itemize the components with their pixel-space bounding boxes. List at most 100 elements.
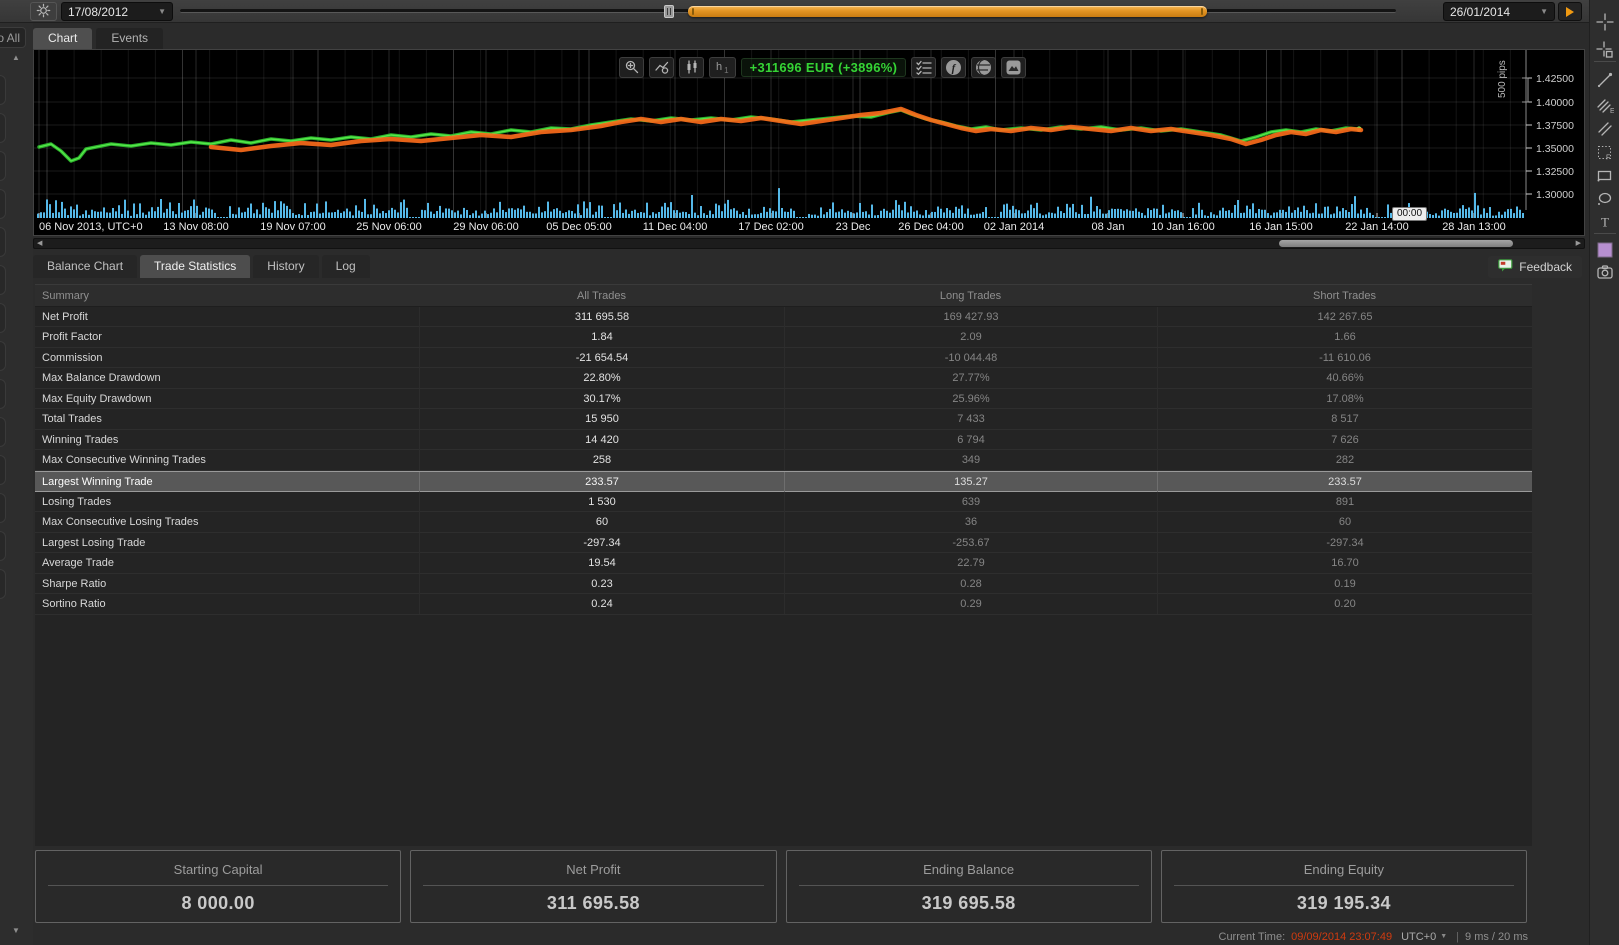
trendline-icon[interactable] xyxy=(1595,70,1615,90)
candlestick-icon[interactable] xyxy=(679,57,704,78)
tab-log[interactable]: Log xyxy=(322,255,370,278)
hidden-panel-button xyxy=(0,227,6,257)
time-cursor-tooltip: 00:00 xyxy=(1392,207,1427,221)
short-trades-value: 8 517 xyxy=(1157,409,1532,429)
play-button[interactable] xyxy=(1558,2,1582,21)
table-row[interactable]: Losing Trades1 530639891 xyxy=(35,492,1532,512)
time-axis-label: 05 Dec 05:00 xyxy=(546,221,611,233)
chart-settings-icon[interactable] xyxy=(649,57,674,78)
table-row[interactable]: Largest Winning Trade233.57135.27233.57 xyxy=(35,471,1532,492)
chevron-down-icon: ▼ xyxy=(1440,933,1447,940)
table-row[interactable]: Total Trades15 9507 4338 517 xyxy=(35,409,1532,429)
time-axis-label: 10 Jan 16:00 xyxy=(1151,221,1215,233)
table-row[interactable]: Max Equity Drawdown30.17%25.96%17.08% xyxy=(35,389,1532,409)
all-trades-value: 14 420 xyxy=(419,430,784,450)
card-divider xyxy=(423,885,763,886)
tab-history[interactable]: History xyxy=(253,255,318,278)
hidden-panel-button xyxy=(0,341,6,371)
table-row[interactable]: Average Trade19.5422.7916.70 xyxy=(35,553,1532,573)
row-label: Largest Winning Trade xyxy=(35,472,419,492)
table-row[interactable]: Commission-21 654.54-10 044.48-11 610.06 xyxy=(35,348,1532,368)
top-bar: 17/08/2012 ▼ 26/01/2014 ▼ xyxy=(0,0,1589,23)
time-slider-handle[interactable] xyxy=(664,5,674,18)
card-divider xyxy=(1174,885,1514,886)
table-row[interactable]: Max Consecutive Winning Trades258349282 xyxy=(35,450,1532,470)
feedback-button[interactable]: Feedback xyxy=(1488,256,1582,278)
globe-icon[interactable] xyxy=(971,57,996,78)
svg-text:F: F xyxy=(1606,155,1610,162)
partial-all-button[interactable]: o All xyxy=(0,27,26,48)
card-title: Ending Balance xyxy=(787,862,1151,877)
table-row[interactable]: Winning Trades14 4206 7947 626 xyxy=(35,430,1532,450)
timeframe-selector[interactable]: h1 xyxy=(709,57,736,78)
feedback-label: Feedback xyxy=(1519,260,1572,274)
scroll-up-arrow[interactable]: ▲ xyxy=(9,52,23,64)
scroll-down-arrow[interactable]: ▼ xyxy=(9,925,23,937)
all-trades-value: 1 530 xyxy=(419,492,784,512)
checklist-icon[interactable] xyxy=(911,57,936,78)
short-trades-value: 0.19 xyxy=(1157,574,1532,594)
card-title: Starting Capital xyxy=(36,862,400,877)
timeframe-value: 1 xyxy=(724,58,728,84)
price-chart-panel[interactable]: h1+311696 EUR (+3896%)f 1.425001.400001.… xyxy=(33,49,1585,236)
fibonacci-icon[interactable]: E xyxy=(1595,96,1615,116)
time-axis-label: 11 Dec 04:00 xyxy=(643,221,708,233)
price-axis-label: 1.32500 xyxy=(1536,166,1584,178)
tab-balance-chart[interactable]: Balance Chart xyxy=(33,255,137,278)
current-time-value: 09/09/2014 23:07:49 xyxy=(1291,931,1392,943)
table-row[interactable]: Max Balance Drawdown22.80%27.77%40.66% xyxy=(35,368,1532,388)
text-tool-icon[interactable]: T xyxy=(1595,212,1615,232)
hidden-panel-button xyxy=(0,75,6,105)
table-row[interactable]: Sortino Ratio0.240.290.20 xyxy=(35,594,1532,614)
app-root: 17/08/2012 ▼ 26/01/2014 ▼ o All ▲ ▼ Char… xyxy=(0,0,1619,945)
function-icon[interactable]: f xyxy=(941,57,966,78)
long-trades-value: 135.27 xyxy=(784,472,1157,492)
short-trades-value: 233.57 xyxy=(1157,472,1532,492)
rectangle-icon[interactable] xyxy=(1595,166,1615,186)
timezone-dropdown[interactable]: UTC+0 ▼ xyxy=(1398,931,1450,943)
all-trades-value: 15 950 xyxy=(419,409,784,429)
all-trades-value: 0.24 xyxy=(419,594,784,614)
settings-gear-button[interactable] xyxy=(30,2,57,21)
chart-horizontal-scrollbar[interactable]: ◀ ▶ xyxy=(33,238,1585,249)
crosshair-square-icon[interactable] xyxy=(1595,40,1615,60)
scroll-left-arrow[interactable]: ◀ xyxy=(37,239,42,249)
feedback-icon xyxy=(1498,259,1513,275)
crosshair-plus-icon[interactable] xyxy=(1595,12,1615,32)
table-row[interactable]: Profit Factor1.842.091.66 xyxy=(35,327,1532,347)
row-label: Max Equity Drawdown xyxy=(35,389,419,409)
table-row[interactable]: Sharpe Ratio0.230.280.19 xyxy=(35,574,1532,594)
snapshot-icon[interactable] xyxy=(1001,57,1026,78)
color-swatch[interactable] xyxy=(1595,240,1615,260)
summary-card-ending-balance: Ending Balance319 695.58 xyxy=(786,850,1152,923)
tab-chart[interactable]: Chart xyxy=(33,28,92,49)
long-trades-value: 36 xyxy=(784,512,1157,532)
end-date-select[interactable]: 26/01/2014 ▼ xyxy=(1443,2,1555,21)
hidden-panel-button xyxy=(0,379,6,409)
tab-events[interactable]: Events xyxy=(96,28,163,49)
scrollbar-thumb[interactable] xyxy=(1279,240,1513,247)
table-row[interactable]: Net Profit311 695.58169 427.93142 267.65 xyxy=(35,307,1532,327)
current-time-label: Current Time: xyxy=(1219,931,1286,943)
time-axis-label: 17 Dec 02:00 xyxy=(738,221,803,233)
table-row[interactable]: Max Consecutive Losing Trades603660 xyxy=(35,512,1532,532)
short-trades-value: 142 267.65 xyxy=(1157,307,1532,327)
time-slider-selected-range[interactable] xyxy=(688,6,1207,17)
grid-pattern-icon[interactable]: F xyxy=(1595,143,1615,163)
hidden-panel-button xyxy=(0,265,6,295)
long-trades-value: 22.79 xyxy=(784,553,1157,573)
time-axis-label: 28 Jan 13:00 xyxy=(1442,221,1506,233)
zoom-in-icon[interactable] xyxy=(619,57,644,78)
all-trades-value: 0.23 xyxy=(419,574,784,594)
camera-icon[interactable] xyxy=(1595,262,1615,282)
scroll-right-arrow[interactable]: ▶ xyxy=(1576,239,1581,249)
parallel-lines-icon[interactable] xyxy=(1595,119,1615,139)
ellipse-icon[interactable] xyxy=(1595,189,1615,209)
result-tabs: Balance ChartTrade StatisticsHistoryLog … xyxy=(33,255,1585,279)
tab-trade-statistics[interactable]: Trade Statistics xyxy=(140,255,250,278)
table-row[interactable]: Largest Losing Trade-297.34-253.67-297.3… xyxy=(35,533,1532,553)
row-label: Largest Losing Trade xyxy=(35,533,419,553)
time-axis-label: 29 Nov 06:00 xyxy=(453,221,518,233)
start-date-select[interactable]: 17/08/2012 ▼ xyxy=(61,2,173,21)
summary-card-starting-capital: Starting Capital8 000.00 xyxy=(35,850,401,923)
